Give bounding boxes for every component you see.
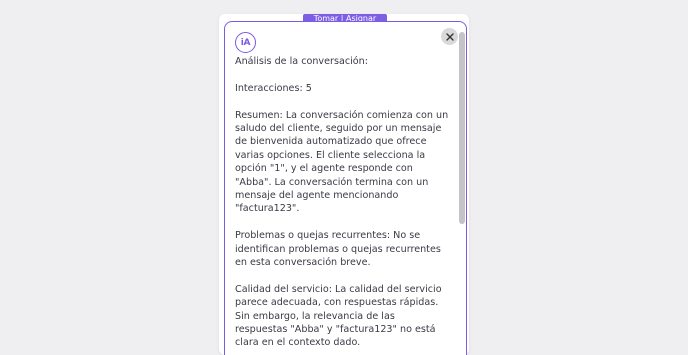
analysis-content: Análisis de la conversación: Interaccion…	[235, 55, 450, 355]
summary-paragraph: Resumen: La conversación comienza con un…	[235, 109, 449, 215]
ia-logo-icon: iA	[235, 32, 256, 53]
close-icon	[445, 32, 454, 41]
analysis-title: Análisis de la conversación:	[235, 56, 368, 67]
analysis-modal: iA Análisis de la conversación: Interacc…	[224, 21, 467, 355]
scrollbar-thumb[interactable]	[459, 32, 465, 224]
close-button[interactable]	[441, 28, 458, 45]
interactions-count: Interacciones: 5	[235, 82, 312, 94]
problems-paragraph: Problemas o quejas recurrentes: No se id…	[235, 230, 441, 269]
quality-paragraph: Calidad del servicio: La calidad del ser…	[235, 283, 442, 349]
